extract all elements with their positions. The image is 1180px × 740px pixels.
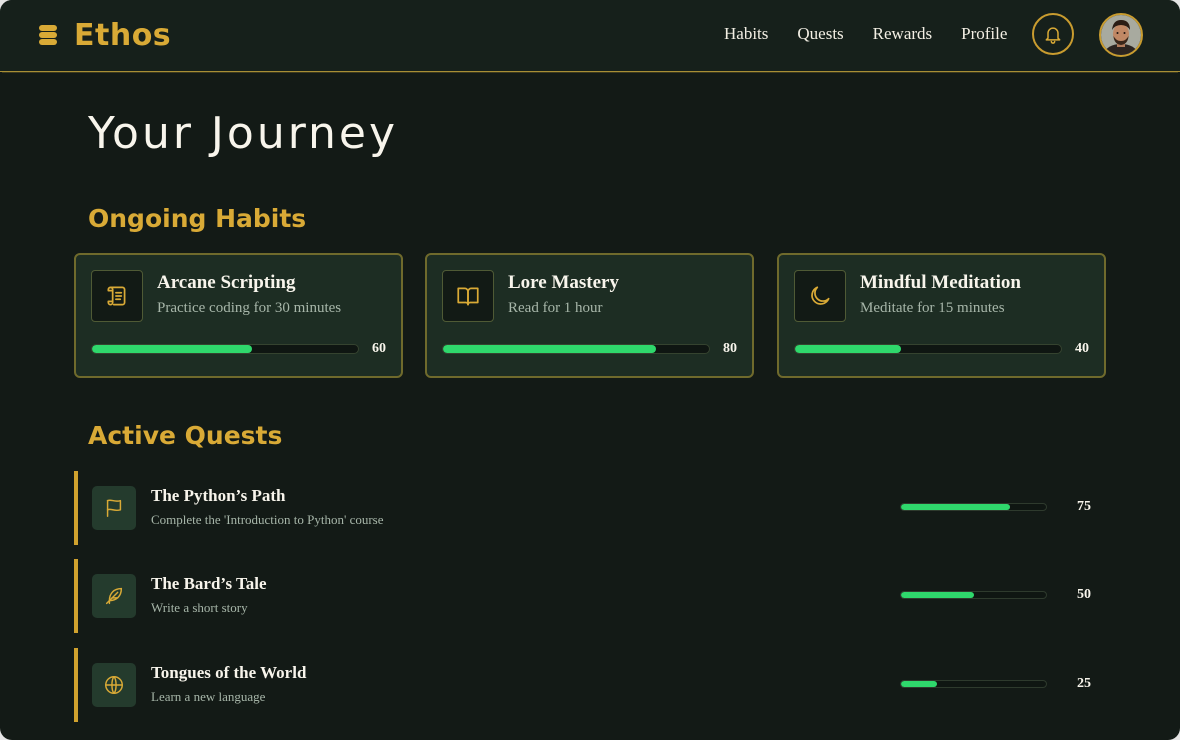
habit-progress-bar [91,344,359,354]
quest-icon-container [92,486,136,530]
quest-row-pythons-path[interactable]: The Python’s Path Complete the 'Introduc… [74,471,1104,545]
quest-row-tongues-of-the-world[interactable]: Tongues of the World Learn a new languag… [74,648,1104,722]
globe-icon [105,676,123,694]
active-quests-heading: Active Quests [88,421,283,450]
user-avatar-button[interactable] [1099,13,1143,57]
user-avatar [1101,15,1141,55]
habit-icon-container [794,270,846,322]
habit-name: Mindful Meditation [860,272,1021,293]
quest-progress-fill [901,504,1010,510]
habit-progress-fill [92,345,252,353]
habit-description: Practice coding for 30 minutes [157,300,342,316]
app-name: Ethos [74,17,172,53]
quest-progress-value: 75 [1077,499,1091,514]
habit-card-arcane-scripting[interactable]: Arcane Scripting Practice coding for 30 … [74,253,403,378]
habit-name: Lore Mastery [508,272,619,293]
coin-stack-icon [39,25,57,45]
quest-description: Learn a new language [151,689,266,704]
habit-progress-value: 40 [1075,341,1089,356]
habit-icon-container [91,270,143,322]
quest-name: The Python’s Path [151,486,286,505]
quest-progress-bar [900,503,1047,511]
quest-name: The Bard’s Tale [151,574,267,593]
book-icon [457,287,479,306]
quest-progress-bar [900,591,1047,599]
bell-icon [1045,27,1061,44]
quest-name: Tongues of the World [151,663,307,682]
nav-link-quests[interactable]: Quests [797,24,843,44]
habit-progress-fill [795,345,902,353]
habit-progress-value: 80 [723,341,737,356]
habit-name: Arcane Scripting [157,272,296,293]
quest-progress-fill [901,681,938,687]
app-logo[interactable]: Ethos [38,16,171,54]
habit-progress-value: 60 [372,341,386,356]
nav-link-habits[interactable]: Habits [724,24,768,44]
habit-card-mindful-meditation[interactable]: Mindful Meditation Meditate for 15 minut… [777,253,1106,378]
habit-description: Read for 1 hour [508,300,603,316]
top-navigation-bar: Ethos Habits Quests Rewards Profile [0,0,1180,72]
quest-icon-container [92,663,136,707]
feather-icon [105,587,123,605]
page-title: Your Journey [88,108,399,159]
ongoing-habits-heading: Ongoing Habits [88,204,307,233]
app-window: Ethos Habits Quests Rewards Profile Your… [0,0,1180,740]
quest-row-bards-tale[interactable]: The Bard’s Tale Write a short story 50 [74,559,1104,633]
quest-description: Write a short story [151,600,248,615]
quest-progress-bar [900,680,1047,688]
quest-progress-value: 50 [1077,587,1091,602]
quest-icon-container [92,574,136,618]
habit-card-lore-mastery[interactable]: Lore Mastery Read for 1 hour 80 [425,253,754,378]
habit-progress-bar [794,344,1062,354]
notifications-button[interactable] [1032,13,1074,55]
habit-progress-bar [442,344,710,354]
flag-icon [106,499,122,517]
main-nav: Habits Quests Rewards Profile [724,24,1036,44]
quest-progress-value: 25 [1077,676,1091,691]
nav-link-profile[interactable]: Profile [961,24,1007,44]
habit-icon-container [442,270,494,322]
habit-progress-fill [443,345,656,353]
quest-description: Complete the 'Introduction to Python' co… [151,512,384,527]
scroll-icon [107,286,126,306]
quest-progress-fill [901,592,974,598]
habit-description: Meditate for 15 minutes [860,300,1005,316]
moon-icon [811,286,830,305]
nav-link-rewards[interactable]: Rewards [873,24,932,44]
